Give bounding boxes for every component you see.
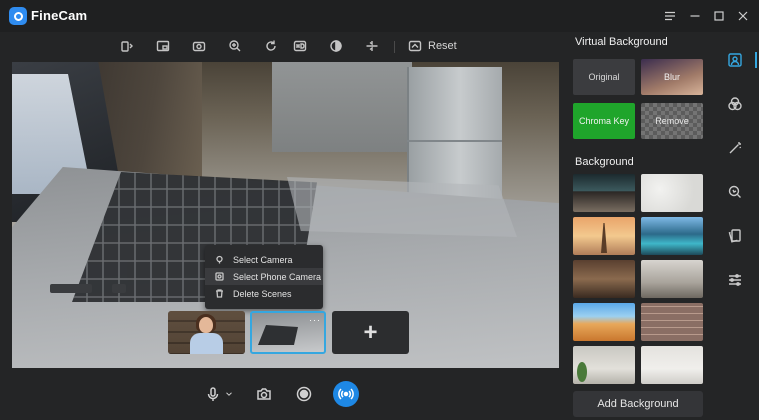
app-title: FineCam <box>31 8 88 23</box>
mirror-icon[interactable] <box>119 38 135 54</box>
maximize-icon[interactable] <box>710 7 728 25</box>
picture-in-picture-icon[interactable] <box>155 38 171 54</box>
menu-item-label: Select Camera <box>233 254 293 265</box>
select-camera-menu-item[interactable]: Select Camera <box>205 251 323 268</box>
virtual-background-heading: Virtual Background <box>575 36 668 48</box>
vb-chroma-key-option[interactable]: Chroma Key <box>573 103 635 139</box>
trash-icon <box>215 289 224 298</box>
background-thumbnail-brick-wall[interactable] <box>641 303 703 341</box>
broadcast-icon[interactable] <box>333 381 359 407</box>
camera-icon[interactable] <box>253 383 275 405</box>
background-thumbnail-living-room[interactable] <box>573 260 635 298</box>
sliders-icon[interactable] <box>725 270 745 290</box>
minimize-icon[interactable] <box>686 7 704 25</box>
bottom-bar <box>0 375 565 415</box>
vb-label: Remove <box>655 116 689 126</box>
camera-pin-icon <box>215 255 224 264</box>
scene-thumbnail-laptop[interactable]: ··· <box>250 311 326 354</box>
scene-thumbnail-person[interactable] <box>168 311 245 354</box>
active-tab-marker <box>755 52 757 68</box>
reset-icon <box>408 40 422 52</box>
menu-item-label: Select Phone Camera <box>233 271 322 282</box>
feature-rail <box>711 32 759 420</box>
background-thumbnail-white-room[interactable] <box>641 346 703 384</box>
scene-more-icon[interactable]: ··· <box>309 315 321 325</box>
app-logo-icon <box>9 7 27 25</box>
microphone-icon[interactable] <box>202 383 224 405</box>
touch-up-icon[interactable] <box>725 182 745 202</box>
vb-label: Blur <box>663 72 680 82</box>
plus-icon: + <box>363 318 378 346</box>
chevron-down-icon[interactable] <box>222 383 236 405</box>
preview-toolbar: Reset <box>0 32 565 60</box>
background-panel: Virtual Background Original Blur Chroma … <box>565 32 711 420</box>
vb-blur-option[interactable]: Blur <box>641 59 703 95</box>
title-bar: FineCam <box>0 0 759 32</box>
zoom-in-icon[interactable] <box>227 38 243 54</box>
vb-original-option[interactable]: Original <box>573 59 635 95</box>
close-icon[interactable] <box>734 7 752 25</box>
hd-icon[interactable] <box>292 38 308 54</box>
vb-label: Chroma Key <box>578 116 630 126</box>
background-thumbnail-bedroom[interactable] <box>641 260 703 298</box>
snapshot-icon[interactable] <box>191 38 207 54</box>
record-icon[interactable] <box>293 383 315 405</box>
menu-item-label: Delete Scenes <box>233 288 292 299</box>
scene-context-menu: Select Camera Select Phone Camera Delete… <box>205 245 323 309</box>
select-phone-camera-menu-item[interactable]: Select Phone Camera <box>205 268 323 285</box>
background-thumbnail-office[interactable] <box>573 174 635 212</box>
contrast-icon[interactable] <box>328 38 344 54</box>
phone-camera-icon <box>215 272 224 281</box>
add-background-button[interactable]: Add Background <box>573 391 703 417</box>
background-heading: Background <box>575 156 634 168</box>
background-thumbnail-desert[interactable] <box>573 303 635 341</box>
background-thumbnail-lake[interactable] <box>641 217 703 255</box>
filters-icon[interactable] <box>725 94 745 114</box>
delete-scenes-menu-item[interactable]: Delete Scenes <box>205 285 323 302</box>
portrait-icon[interactable] <box>725 50 745 70</box>
vb-remove-option[interactable]: Remove <box>641 103 703 139</box>
background-thumbnail-white-texture[interactable] <box>641 174 703 212</box>
background-thumbnail-eiffel-tower[interactable] <box>573 217 635 255</box>
reset-label: Reset <box>428 40 457 52</box>
add-scene-button[interactable]: + <box>332 311 409 354</box>
toolbar-divider <box>394 41 395 53</box>
cards-icon[interactable] <box>725 226 745 246</box>
background-thumbnail-plant-room[interactable] <box>573 346 635 384</box>
vb-label: Original <box>588 72 620 82</box>
reset-button[interactable]: Reset <box>408 37 457 55</box>
magic-wand-icon[interactable] <box>725 138 745 158</box>
menu-icon[interactable] <box>661 7 679 25</box>
flip-icon[interactable] <box>364 38 380 54</box>
rotate-icon[interactable] <box>263 38 279 54</box>
